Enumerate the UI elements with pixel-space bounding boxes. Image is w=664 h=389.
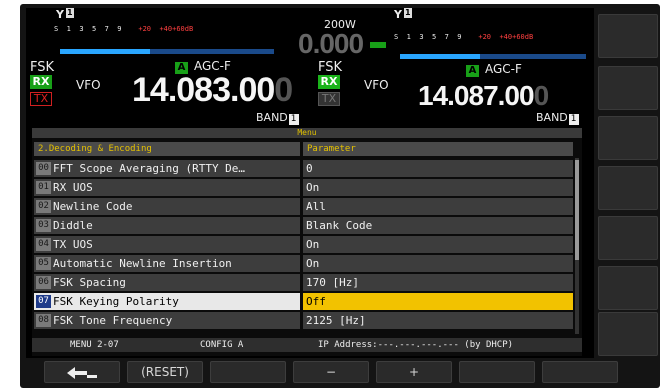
band-indicator-a: BAND 1 bbox=[256, 111, 299, 125]
menu-status-bar: MENU 2-07 CONFIG A IP Address:---.---.--… bbox=[32, 338, 582, 352]
menu-row-06[interactable]: 06 FSK Spacing 170 [Hz] bbox=[34, 274, 576, 291]
s-meter-fill-a bbox=[60, 49, 150, 54]
side-key-5[interactable] bbox=[598, 216, 658, 260]
menu-row-01[interactable]: 01 RX UOS On bbox=[34, 179, 576, 196]
menu-row-02[interactable]: 02 Newline Code All bbox=[34, 198, 576, 215]
antenna-icon: Y bbox=[56, 8, 64, 21]
menu-item-name: 06 FSK Spacing bbox=[34, 274, 300, 291]
menu-item-name: 08 FSK Tone Frequency bbox=[34, 312, 300, 329]
side-key-2[interactable] bbox=[598, 66, 658, 110]
menu-row-03[interactable]: 03 Diddle Blank Code bbox=[34, 217, 576, 234]
side-key-3[interactable] bbox=[598, 116, 658, 160]
menu-row-00[interactable]: 00 FFT Scope Averaging (RTTY De… 0 bbox=[34, 160, 576, 177]
tx-indicator-a: TX bbox=[30, 92, 52, 106]
menu-item-value: On bbox=[303, 179, 573, 196]
side-key-1[interactable] bbox=[598, 14, 658, 58]
menu-row-08[interactable]: 08 FSK Tone Frequency 2125 [Hz] bbox=[34, 312, 576, 329]
antenna-indicator-a: Y1 bbox=[56, 8, 74, 21]
menu-item-value: Off bbox=[303, 293, 573, 310]
menu-row-05[interactable]: 05 Automatic Newline Insertion On bbox=[34, 255, 576, 272]
config-label: CONFIG A bbox=[200, 340, 244, 350]
return-arrow-icon bbox=[67, 366, 97, 379]
menu-item-value: Blank Code bbox=[303, 217, 573, 234]
side-key-7[interactable] bbox=[598, 312, 658, 356]
menu-number: MENU 2-07 bbox=[70, 340, 119, 350]
side-key-4[interactable] bbox=[598, 166, 658, 210]
vfo-b-frequency[interactable]: 14.087.000 bbox=[418, 80, 549, 112]
plus-button[interactable]: + bbox=[376, 361, 452, 383]
menu-item-name: 02 Newline Code bbox=[34, 198, 300, 215]
menu-row-04[interactable]: 04 TX UOS On bbox=[34, 236, 576, 253]
s-meter-scale-b: S 1 3 5 7 9 +20 +40+60dB bbox=[394, 33, 534, 41]
rx-indicator-a: RX bbox=[30, 75, 52, 89]
vfo-label-a: VFO bbox=[76, 78, 101, 92]
ip-address: IP Address:---.---.---.--- (by DHCP) bbox=[318, 340, 514, 350]
menu-item-value: 2125 [Hz] bbox=[303, 312, 573, 329]
menu-scrollbar-thumb[interactable] bbox=[575, 160, 579, 260]
s-meter-fill-b bbox=[400, 54, 480, 59]
vfo-b-badge: A bbox=[466, 65, 479, 77]
menu-item-name: 07 FSK Keying Polarity bbox=[34, 293, 300, 310]
menu-scrollbar[interactable] bbox=[575, 158, 579, 334]
menu-item-name: 00 FFT Scope Averaging (RTTY De… bbox=[34, 160, 300, 177]
soft-key-7[interactable] bbox=[542, 361, 618, 383]
tx-indicator-b: TX bbox=[318, 92, 340, 106]
menu-item-name: 04 TX UOS bbox=[34, 236, 300, 253]
agc-label-b: AGC-F bbox=[485, 62, 522, 76]
menu-item-name: 03 Diddle bbox=[34, 217, 300, 234]
mode-label-a: FSK bbox=[30, 60, 55, 75]
side-key-6[interactable] bbox=[598, 266, 658, 310]
antenna-indicator-b: Y1 bbox=[394, 8, 412, 21]
menu-item-value: On bbox=[303, 236, 573, 253]
menu-item-name: 01 RX UOS bbox=[34, 179, 300, 196]
link-indicator bbox=[370, 42, 386, 48]
parameter-header: Parameter bbox=[303, 142, 573, 156]
s-meter-scale-a: S 1 3 5 7 9 +20 +40+60dB bbox=[54, 25, 194, 33]
mode-label-b: FSK bbox=[318, 60, 343, 75]
menu-item-value: 0 bbox=[303, 160, 573, 177]
vfo-label-b: VFO bbox=[364, 78, 389, 92]
back-button[interactable] bbox=[44, 361, 120, 383]
menu-item-value: 170 [Hz] bbox=[303, 274, 573, 291]
minus-button[interactable]: − bbox=[293, 361, 369, 383]
center-frequency-readout: 0.000 bbox=[298, 28, 364, 59]
soft-key-3[interactable] bbox=[210, 361, 286, 383]
vfo-a-frequency[interactable]: 14.083.000 bbox=[132, 71, 293, 110]
menu-row-07-selected[interactable]: 07 FSK Keying Polarity Off bbox=[34, 293, 576, 310]
antenna-icon: Y bbox=[394, 8, 402, 21]
menu-item-name: 05 Automatic Newline Insertion bbox=[34, 255, 300, 272]
reset-button[interactable]: (RESET) bbox=[127, 361, 203, 383]
menu-panel: Menu 2.Decoding & Encoding Parameter 00 F… bbox=[32, 128, 582, 356]
menu-title: Menu bbox=[32, 128, 582, 138]
menu-group-header: 2.Decoding & Encoding bbox=[34, 142, 300, 156]
band-indicator-b: BAND 1 bbox=[536, 111, 579, 125]
rx-indicator-b: RX bbox=[318, 75, 340, 89]
soft-key-6[interactable] bbox=[459, 361, 535, 383]
menu-item-value: On bbox=[303, 255, 573, 272]
menu-item-value: All bbox=[303, 198, 573, 215]
